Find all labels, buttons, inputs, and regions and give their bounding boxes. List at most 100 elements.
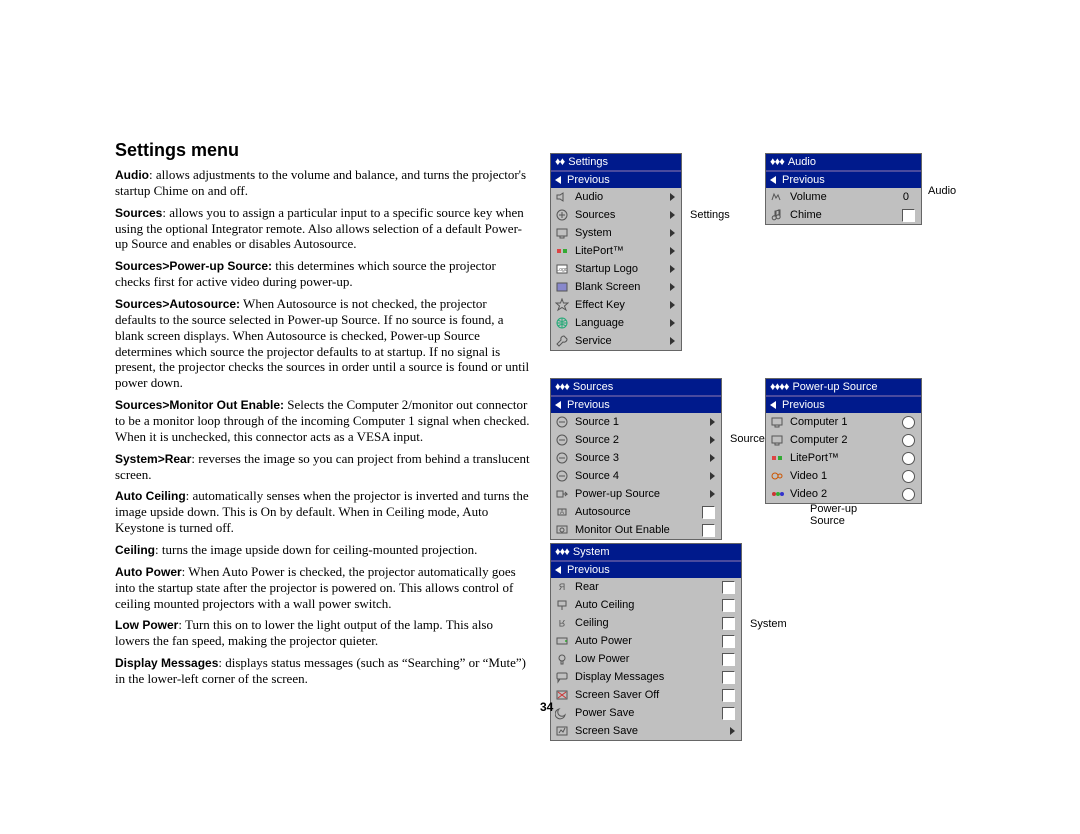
wrench-icon <box>555 334 569 348</box>
menu-item-label: Blank Screen <box>575 281 670 293</box>
menu-item[interactable]: Source 4 <box>551 467 721 485</box>
radio-button[interactable] <box>902 416 915 429</box>
menu-item[interactable]: Volume0 <box>766 188 921 206</box>
system-diamonds-icon: ♦♦♦ <box>555 546 569 558</box>
menu-item[interactable]: Video 2 <box>766 485 921 503</box>
submenu-arrow-icon <box>710 418 715 426</box>
menu-item[interactable]: Language <box>551 314 681 332</box>
menu-item[interactable]: Chime <box>766 206 921 224</box>
menu-item[interactable]: Power Save <box>551 704 741 722</box>
system-previous[interactable]: Previous <box>551 561 741 578</box>
checkbox[interactable] <box>722 707 735 720</box>
menu-item[interactable]: Monitor Out Enable <box>551 521 721 539</box>
lpow-icon <box>555 652 569 666</box>
rear-icon: R <box>555 580 569 594</box>
menu-item[interactable]: Auto Power <box>551 632 741 650</box>
settings-diamonds-icon: ♦♦ <box>555 156 564 168</box>
menu-item-label: Language <box>575 317 670 329</box>
menu-item[interactable]: Source 1 <box>551 413 721 431</box>
sources-panel: ♦♦♦ Sources Previous Source 1Source 2Sou… <box>550 378 722 540</box>
menu-item[interactable]: R Rear <box>551 578 741 596</box>
note-icon <box>770 208 784 222</box>
menu-item[interactable]: LitePort™ <box>766 449 921 467</box>
sn-icon <box>555 451 569 465</box>
checkbox[interactable] <box>722 671 735 684</box>
menu-item[interactable]: Effect Key <box>551 296 681 314</box>
sys-icon <box>555 226 569 240</box>
menu-item[interactable]: Service <box>551 332 681 350</box>
menu-item[interactable]: Power-up Source <box>551 485 721 503</box>
powerup-previous[interactable]: Previous <box>766 396 921 413</box>
menu-item[interactable]: Sources <box>551 206 681 224</box>
previous-label: Previous <box>567 564 610 576</box>
menu-item[interactable]: Blank Screen <box>551 278 681 296</box>
previous-label: Previous <box>567 399 610 411</box>
menu-item[interactable]: AAutosource <box>551 503 721 521</box>
checkbox[interactable] <box>722 635 735 648</box>
term-low-power: Low Power <box>115 618 178 632</box>
previous-label: Previous <box>782 399 825 411</box>
menu-item[interactable]: Computer 2 <box>766 431 921 449</box>
lp-icon <box>555 244 569 258</box>
menu-item[interactable]: Source 2 <box>551 431 721 449</box>
checkbox[interactable] <box>702 506 715 519</box>
radio-button[interactable] <box>902 434 915 447</box>
system-side-label: System <box>750 618 787 630</box>
menu-item-label: LitePort™ <box>790 452 902 464</box>
svg-text:Logo: Logo <box>556 267 567 273</box>
logo-icon: Logo <box>555 262 569 276</box>
checkbox[interactable] <box>722 653 735 666</box>
menu-item[interactable]: System <box>551 224 681 242</box>
checkbox[interactable] <box>902 209 915 222</box>
powerup-title: Power-up Source <box>792 381 877 393</box>
menu-item[interactable]: Source 3 <box>551 449 721 467</box>
svg-text:R: R <box>559 618 566 628</box>
menu-item[interactable]: Auto Ceiling <box>551 596 741 614</box>
menu-item-label: Sources <box>575 209 670 221</box>
menu-item-label: Audio <box>575 191 670 203</box>
menu-item-label: Auto Ceiling <box>575 599 722 611</box>
settings-side-label: Settings <box>690 209 730 221</box>
audio-panel: ♦♦♦ Audio Previous Volume0Chime <box>765 153 922 225</box>
menu-item[interactable]: Screen Save <box>551 722 741 740</box>
vol-icon <box>770 190 784 204</box>
menu-item-label: Screen Saver Off <box>575 689 722 701</box>
radio-button[interactable] <box>902 452 915 465</box>
sources-previous[interactable]: Previous <box>551 396 721 413</box>
menu-item[interactable]: Low Power <box>551 650 741 668</box>
star-icon <box>555 298 569 312</box>
menu-item[interactable]: Display Messages <box>551 668 741 686</box>
menu-item-label: Rear <box>575 581 722 593</box>
menu-item-label: Power Save <box>575 707 722 719</box>
menu-item-label: System <box>575 227 670 239</box>
sn-icon <box>555 469 569 483</box>
checkbox[interactable] <box>722 599 735 612</box>
checkbox[interactable] <box>722 581 735 594</box>
checkbox[interactable] <box>722 617 735 630</box>
audio-title: Audio <box>788 156 816 168</box>
submenu-arrow-icon <box>710 472 715 480</box>
menu-item[interactable]: Video 1 <box>766 467 921 485</box>
checkbox[interactable] <box>722 689 735 702</box>
menu-item[interactable]: LitePort™ <box>551 242 681 260</box>
checkbox[interactable] <box>702 524 715 537</box>
value-readout: 0 <box>903 191 909 203</box>
menu-item[interactable]: Audio <box>551 188 681 206</box>
menu-item[interactable]: Computer 1 <box>766 413 921 431</box>
sources-titlebar: ♦♦♦ Sources <box>551 379 721 396</box>
powerup-panel: ♦♦♦♦ Power-up Source Previous Computer 1… <box>765 378 922 504</box>
radio-button[interactable] <box>902 488 915 501</box>
term-display-messages: Display Messages <box>115 656 218 670</box>
submenu-arrow-icon <box>670 283 675 291</box>
settings-previous[interactable]: Previous <box>551 171 681 188</box>
audio-icon <box>555 190 569 204</box>
menu-item[interactable]: LogoStartup Logo <box>551 260 681 278</box>
menu-item-label: Ceiling <box>575 617 722 629</box>
audio-previous[interactable]: Previous <box>766 171 921 188</box>
term-auto-power: Auto Power <box>115 565 182 579</box>
system-titlebar: ♦♦♦ System <box>551 544 741 561</box>
menu-item[interactable]: Screen Saver Off <box>551 686 741 704</box>
radio-button[interactable] <box>902 470 915 483</box>
menu-item[interactable]: R Ceiling <box>551 614 741 632</box>
settings-panel: ♦♦ Settings Previous AudioSourcesSystemL… <box>550 153 682 351</box>
